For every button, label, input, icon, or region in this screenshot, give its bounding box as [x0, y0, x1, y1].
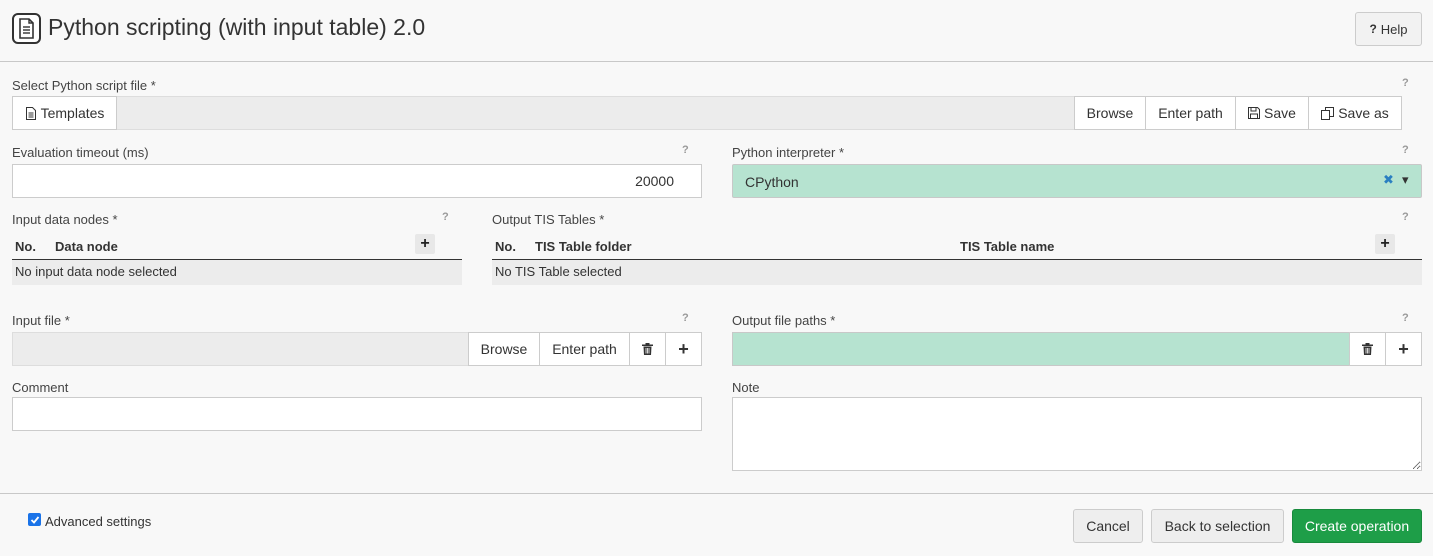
input-file-enter-path-label: Enter path — [552, 341, 617, 357]
help-button[interactable]: ? Help — [1355, 12, 1422, 46]
output-tables-col-no: No. — [495, 239, 516, 254]
output-paths-label: Output file paths * — [732, 313, 836, 328]
create-operation-label: Create operation — [1304, 518, 1410, 534]
plus-icon: + — [1398, 338, 1409, 359]
add-input-node-button[interactable]: + — [415, 234, 435, 254]
output-paths-delete-button[interactable] — [1349, 332, 1386, 366]
trash-icon — [1362, 343, 1373, 355]
document-icon — [12, 13, 41, 44]
script-file-help-icon[interactable]: ? — [1402, 77, 1409, 89]
output-paths-help-icon[interactable]: ? — [1402, 312, 1409, 324]
cancel-label: Cancel — [1086, 518, 1130, 534]
input-nodes-col-data-node: Data node — [55, 239, 118, 254]
save-as-label: Save as — [1338, 105, 1389, 121]
chevron-down-icon[interactable]: ▾ — [1402, 172, 1409, 188]
save-button[interactable]: Save — [1235, 96, 1309, 130]
input-nodes-empty-row: No input data node selected — [12, 260, 462, 285]
timeout-value: 20000 — [635, 173, 674, 189]
save-as-button[interactable]: Save as — [1308, 96, 1402, 130]
interpreter-select[interactable]: CPython ✖ ▾ — [732, 164, 1422, 198]
templates-label: Templates — [40, 105, 105, 121]
create-operation-button[interactable]: Create operation — [1292, 509, 1422, 543]
input-file-label: Input file * — [12, 313, 70, 328]
file-text-icon — [25, 106, 36, 120]
plus-icon: + — [1380, 235, 1390, 252]
output-paths-add-button[interactable]: + — [1385, 332, 1422, 366]
page-title: Python scripting (with input table) 2.0 — [48, 14, 426, 40]
script-browse-button[interactable]: Browse — [1074, 96, 1146, 130]
timeout-input[interactable]: 20000 — [12, 164, 702, 198]
input-file-help-icon[interactable]: ? — [682, 312, 689, 324]
output-paths-field[interactable] — [732, 332, 1352, 366]
help-label: Help — [1380, 21, 1408, 37]
note-label: Note — [732, 380, 760, 395]
input-file-add-button[interactable]: + — [665, 332, 702, 366]
input-file-delete-button[interactable] — [629, 332, 666, 366]
output-tables-col-name: TIS Table name — [960, 239, 1055, 254]
question-icon: ? — [1369, 22, 1377, 36]
back-to-selection-button[interactable]: Back to selection — [1151, 509, 1284, 543]
script-enter-path-label: Enter path — [1158, 105, 1223, 121]
output-tables-col-folder: TIS Table folder — [535, 239, 632, 254]
comment-input[interactable] — [12, 397, 702, 431]
script-file-label: Select Python script file * — [12, 78, 156, 93]
input-nodes-empty-text: No input data node selected — [15, 264, 177, 279]
comment-label: Comment — [12, 380, 69, 395]
plus-icon: + — [678, 338, 689, 359]
input-file-browse-label: Browse — [480, 341, 528, 357]
templates-button[interactable]: Templates — [12, 96, 117, 130]
floppy-disk-icon — [1248, 107, 1261, 119]
plus-icon: + — [420, 235, 430, 252]
script-file-path-field[interactable] — [116, 96, 1076, 130]
page-header: Python scripting (with input table) 2.0 … — [0, 0, 1433, 62]
interpreter-value: CPython — [745, 174, 799, 190]
copy-icon — [1321, 106, 1335, 120]
output-tables-label: Output TIS Tables * — [492, 212, 605, 227]
timeout-help-icon[interactable]: ? — [682, 144, 689, 156]
script-enter-path-button[interactable]: Enter path — [1145, 96, 1236, 130]
back-to-selection-label: Back to selection — [1164, 518, 1271, 534]
output-tables-help-icon[interactable]: ? — [1402, 211, 1409, 223]
input-file-enter-path-button[interactable]: Enter path — [539, 332, 630, 366]
output-tables-empty-text: No TIS Table selected — [495, 264, 622, 279]
interpreter-help-icon[interactable]: ? — [1402, 144, 1409, 156]
advanced-settings-label[interactable]: Advanced settings — [45, 514, 151, 529]
input-nodes-help-icon[interactable]: ? — [442, 211, 449, 223]
checkmark-icon — [30, 515, 39, 524]
add-output-table-button[interactable]: + — [1375, 234, 1395, 254]
trash-icon — [642, 343, 653, 355]
note-textarea[interactable] — [732, 397, 1422, 471]
cancel-button[interactable]: Cancel — [1073, 509, 1143, 543]
clear-icon[interactable]: ✖ — [1383, 172, 1394, 188]
input-file-path-field[interactable] — [12, 332, 470, 366]
timeout-label: Evaluation timeout (ms) — [12, 145, 149, 160]
input-nodes-col-no: No. — [15, 239, 36, 254]
save-label: Save — [1264, 105, 1296, 121]
advanced-settings-checkbox[interactable] — [28, 513, 41, 526]
interpreter-label: Python interpreter * — [732, 145, 845, 160]
input-nodes-label: Input data nodes * — [12, 212, 118, 227]
output-tables-empty-row: No TIS Table selected — [492, 260, 1422, 285]
input-file-browse-button[interactable]: Browse — [468, 332, 540, 366]
script-browse-label: Browse — [1086, 105, 1134, 121]
